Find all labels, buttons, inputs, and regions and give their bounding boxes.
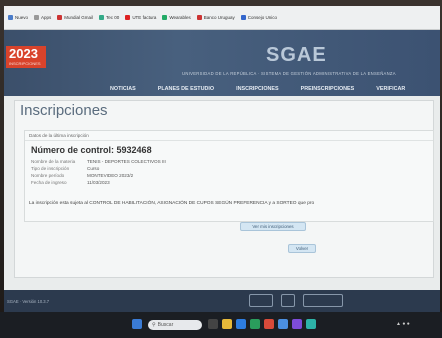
edge-icon[interactable]: [236, 319, 246, 329]
bookmark-item[interactable]: Consejo Unico: [240, 15, 277, 20]
app-icon[interactable]: [292, 319, 302, 329]
udelar-logo-icon: [249, 294, 273, 307]
bookmark-item[interactable]: Mundial Gmail: [57, 15, 93, 20]
inscription-card: Datos de la última inscripción Número de…: [24, 130, 434, 222]
windows-start-icon[interactable]: [132, 319, 142, 329]
nav-preinscripciones[interactable]: PREINSCRIPCIONES: [301, 86, 355, 92]
ministry-logo-icon: [303, 294, 343, 307]
sgae-seal-icon: [281, 294, 295, 307]
info-row: Fecha de ingreso 11/03/2023: [31, 180, 110, 185]
browser-window: Nuevo Apps Mundial Gmail Tec 00 UTE fact…: [4, 6, 440, 312]
sgae-logo[interactable]: SGAE: [266, 44, 327, 67]
app-icon[interactable]: [278, 319, 288, 329]
photo-frame: Nuevo Apps Mundial Gmail Tec 00 UTE fact…: [0, 0, 442, 338]
nav-verificar[interactable]: VERIFICAR: [376, 86, 405, 92]
bookmarks-bar: Nuevo Apps Mundial Gmail Tec 00 UTE fact…: [4, 6, 440, 30]
version-text: SGAE · Versión 10.3.7: [7, 299, 50, 304]
taskbar-search[interactable]: ⚲ Buscar: [148, 320, 202, 330]
task-view-icon[interactable]: [208, 319, 218, 329]
bookmark-item[interactable]: Apps: [34, 15, 51, 20]
app-icon[interactable]: [306, 319, 316, 329]
control-label: Número de control:: [31, 145, 115, 155]
bookmark-item[interactable]: Wearables: [162, 15, 191, 20]
site-footer: SGAE · Versión 10.3.7: [4, 290, 440, 312]
chrome-icon[interactable]: [250, 319, 260, 329]
year-badge[interactable]: 2023 INSCRIPCIONES: [6, 46, 46, 68]
back-button[interactable]: Volver: [288, 244, 316, 253]
system-tray[interactable]: ▲ ● ●: [396, 321, 410, 327]
site-subtitle: UNIVERSIDAD DE LA REPÚBLICA · SISTEMA DE…: [182, 71, 396, 76]
control-number: Número de control: 5932468: [31, 145, 152, 155]
info-row: Tipo de inscripción Curso: [31, 166, 100, 171]
file-explorer-icon[interactable]: [222, 319, 232, 329]
inscription-note: La inscripción esta sujeta al CONTROL DE…: [29, 201, 315, 206]
bookmark-item[interactable]: Nuevo: [8, 15, 28, 20]
search-placeholder: Buscar: [157, 322, 174, 328]
bookmark-item[interactable]: Banco Uruguay: [196, 15, 235, 20]
footer-logos: [249, 294, 343, 307]
app-icon[interactable]: [264, 319, 274, 329]
bookmark-item[interactable]: Tec 00: [99, 15, 119, 20]
site-header: 2023 INSCRIPCIONES SGAE UNIVERSIDAD DE L…: [4, 30, 440, 96]
card-heading: Datos de la última inscripción: [25, 131, 433, 141]
info-row: Nombre de la materia TENIS - DEPORTES COL…: [31, 159, 166, 164]
os-taskbar: ⚲ Buscar ▲ ● ●: [0, 312, 442, 338]
nav-inscripciones[interactable]: INSCRIPCIONES: [236, 86, 279, 92]
control-value: 5932468: [116, 145, 152, 155]
view-inscriptions-button[interactable]: Ver mis inscripciones: [240, 222, 306, 231]
bookmark-item[interactable]: UTE factura: [125, 15, 156, 20]
search-icon: ⚲: [152, 322, 156, 328]
main-nav: NOTICIAS PLANES DE ESTUDIO INSCRIPCIONES…: [4, 82, 440, 96]
page-title: Inscripciones: [20, 102, 108, 119]
info-row: Nombre período MONTEVIDEO 2023/2: [31, 173, 134, 178]
nav-planes[interactable]: PLANES DE ESTUDIO: [158, 86, 214, 92]
nav-noticias[interactable]: NOTICIAS: [110, 86, 136, 92]
